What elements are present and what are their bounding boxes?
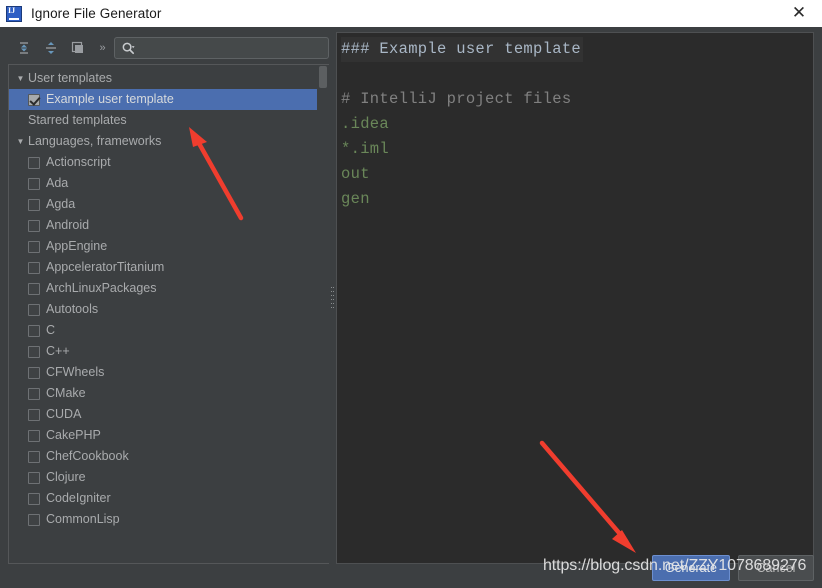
title-bar: Ignore File Generator ✕ (0, 0, 822, 27)
tree-item-label: C (46, 323, 56, 338)
splitter-grip-icon (330, 280, 335, 316)
preview-line: .idea (341, 115, 390, 133)
tree-item[interactable]: Example user template (9, 89, 319, 110)
tree-item-label: CakePHP (46, 428, 101, 443)
templates-tree[interactable]: ▼ User templates Example user template Star… (8, 64, 330, 564)
tree-item-label: CMake (46, 386, 86, 401)
checkbox-icon[interactable] (28, 429, 40, 442)
tree-item-label: ChefCookbook (46, 449, 129, 464)
checkbox-icon[interactable] (28, 387, 40, 400)
checkbox-icon[interactable] (28, 366, 40, 379)
tree-item[interactable]: ArchLinuxPackages (9, 278, 319, 299)
chevron-double-right-icon[interactable]: » (94, 37, 110, 59)
tree-item[interactable]: Autotools (9, 299, 319, 320)
preview-line: ### Example user template (341, 37, 584, 62)
checkbox-icon[interactable] (28, 282, 40, 295)
tree-item[interactable]: AppceleratorTitanium (9, 257, 319, 278)
tree-item[interactable]: C++ (9, 341, 319, 362)
tree-content: ▼ User templates Example user template Star… (9, 65, 319, 530)
checkbox-icon[interactable] (28, 345, 40, 358)
tree-item[interactable]: Clojure (9, 467, 319, 488)
tree-item[interactable]: CFWheels (9, 362, 319, 383)
tree-item[interactable]: ChefCookbook (9, 446, 319, 467)
intellij-idea-icon (6, 5, 22, 22)
checkbox-icon[interactable] (28, 240, 40, 253)
tree-item-label: CUDA (46, 407, 82, 422)
tree-group-languages-frameworks[interactable]: ▼ Languages, frameworks (9, 131, 319, 152)
checkbox-icon[interactable] (28, 177, 40, 190)
checkbox-icon[interactable] (28, 198, 40, 211)
checkbox-icon[interactable] (28, 471, 40, 484)
watermark-text: https://blog.csdn.net/ZZY1078689276 (543, 557, 807, 574)
tree-item-label: CommonLisp (46, 512, 120, 527)
search-icon (121, 41, 136, 56)
tree-group-user-templates[interactable]: ▼ User templates (9, 68, 319, 89)
tree-item-label: Ada (46, 176, 69, 191)
tree-scrollbar-thumb[interactable] (319, 66, 327, 88)
checkbox-icon[interactable] (28, 261, 40, 274)
tree-item-label: Agda (46, 197, 76, 212)
template-preview-panel[interactable]: ### Example user template # IntelliJ pro… (336, 32, 814, 564)
tree-item[interactable]: C (9, 320, 319, 341)
checkbox-icon[interactable] (28, 156, 40, 169)
tree-item-label: Autotools (46, 302, 99, 317)
templates-toolbar: » (8, 32, 330, 64)
preview-line: *.iml (341, 140, 390, 158)
search-input[interactable] (136, 39, 328, 57)
panel-splitter[interactable] (329, 32, 336, 564)
tree-item-label: CFWheels (46, 365, 105, 380)
tree-group-label: User templates (28, 71, 113, 86)
dialog-body: » ▼ User templates Example user template St… (0, 27, 822, 588)
chevron-down-icon[interactable]: ▼ (13, 68, 28, 89)
checkbox-icon[interactable] (28, 450, 40, 463)
tree-item-label: ArchLinuxPackages (46, 281, 157, 296)
expand-all-icon[interactable] (13, 37, 35, 59)
ignore-file-generator-dialog: Ignore File Generator ✕ (0, 0, 822, 588)
tree-item[interactable]: AppEngine (9, 236, 319, 257)
tree-item[interactable]: Agda (9, 194, 319, 215)
search-field[interactable] (114, 37, 329, 59)
tree-item-label: AppEngine (46, 239, 108, 254)
tree-group-label: Starred templates (28, 113, 127, 128)
tree-item[interactable]: Actionscript (9, 152, 319, 173)
tree-item-label: Clojure (46, 470, 86, 485)
checkbox-icon[interactable] (28, 303, 40, 316)
tree-item-label: Actionscript (46, 155, 111, 170)
checkbox-icon[interactable] (28, 492, 40, 505)
checkbox-icon[interactable] (28, 219, 40, 232)
window-title: Ignore File Generator (31, 6, 162, 21)
checkbox-icon[interactable] (28, 324, 40, 337)
tree-item[interactable]: CakePHP (9, 425, 319, 446)
templates-panel: » ▼ User templates Example user template St… (8, 32, 330, 564)
tree-item[interactable]: CommonLisp (9, 509, 319, 530)
tree-item-label: C++ (46, 344, 70, 359)
collapse-all-icon[interactable] (40, 37, 62, 59)
preview-line (341, 62, 813, 87)
tree-group-starred-templates[interactable]: Starred templates (9, 110, 319, 131)
tree-item-label: AppceleratorTitanium (46, 260, 165, 275)
tree-item-label: CodeIgniter (46, 491, 111, 506)
tree-item[interactable]: CUDA (9, 404, 319, 425)
tree-group-label: Languages, frameworks (28, 134, 162, 149)
tree-scrollbar[interactable] (317, 66, 328, 563)
copy-icon[interactable] (67, 37, 89, 59)
preview-line: out (341, 165, 370, 183)
checkbox-icon[interactable] (28, 408, 40, 421)
tree-item-label: Android (46, 218, 90, 233)
preview-line: gen (341, 190, 370, 208)
tree-item[interactable]: Ada (9, 173, 319, 194)
tree-item[interactable]: CMake (9, 383, 319, 404)
chevron-down-icon[interactable]: ▼ (13, 131, 28, 152)
tree-item-label: Example user template (46, 92, 174, 107)
tree-item[interactable]: Android (9, 215, 319, 236)
checkbox-icon[interactable] (28, 513, 40, 526)
checkbox-checked-icon[interactable] (28, 93, 40, 106)
tree-item[interactable]: CodeIgniter (9, 488, 319, 509)
close-icon[interactable]: ✕ (776, 0, 822, 27)
preview-line: # IntelliJ project files (341, 90, 572, 108)
